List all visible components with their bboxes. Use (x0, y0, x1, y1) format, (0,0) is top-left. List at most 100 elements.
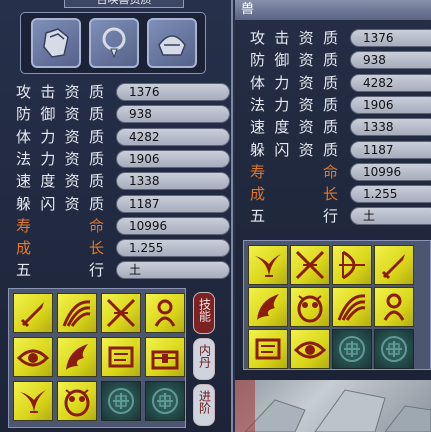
stat-label: 躲闪资质 (250, 140, 338, 159)
stat-value: 1906 (350, 95, 431, 114)
equip-slot-armor[interactable] (31, 18, 81, 68)
stat-value: 4282 (350, 73, 431, 92)
skill-slot[interactable] (332, 287, 372, 327)
claw-skill-icon (62, 300, 91, 327)
skill-slot-empty[interactable] (332, 329, 372, 369)
stat-row: 体力资质 4282 (16, 127, 230, 147)
skill-slot[interactable] (290, 329, 330, 369)
stat-value: 10996 (116, 216, 230, 235)
empty-slot-icon (152, 388, 178, 414)
stat-value: 1187 (350, 140, 431, 159)
armor-icon (43, 28, 69, 58)
skill-slot[interactable] (248, 329, 288, 369)
map-tiles-image (235, 380, 431, 432)
stat-row: 五行土 (250, 206, 431, 226)
stat-row: 法力资质 1906 (16, 149, 230, 169)
owl-skill-icon (64, 389, 90, 417)
skill-slot-empty[interactable] (374, 329, 414, 369)
stat-label: 速度资质 (250, 118, 338, 137)
claw-skill-icon (337, 294, 366, 321)
skill-slot[interactable] (332, 245, 372, 285)
tab-skills-label: 技能 (197, 298, 212, 322)
bird-skill-icon (20, 390, 46, 413)
empty-slot-icon (108, 388, 134, 414)
stat-label: 攻击资质 (250, 29, 338, 47)
stat-label: 速度资质 (16, 172, 104, 191)
stat-label: 法力资质 (16, 149, 104, 168)
stat-label: 寿命 (16, 216, 104, 235)
stat-label: 体力资质 (250, 73, 338, 92)
stat-row: 寿命 10996 (16, 216, 230, 236)
tab-inner-core-label: 内丹 (197, 344, 212, 368)
skill-slot[interactable] (101, 337, 141, 377)
helmet-icon (158, 35, 186, 56)
stat-value: 1906 (116, 149, 230, 168)
chest-skill-icon (151, 350, 179, 370)
stat-value: 1.255 (116, 239, 230, 258)
stat-row: 法力资质 1906 (250, 95, 431, 115)
stat-value: 4282 (116, 127, 230, 146)
skill-slot[interactable] (290, 245, 330, 285)
stat-label: 体力资质 (16, 127, 104, 146)
scroll-skill-icon (255, 338, 281, 360)
stat-value: 土 (350, 207, 431, 226)
skill-slot-empty[interactable] (101, 381, 141, 421)
sword-skill-icon (20, 302, 44, 328)
stat-value: 938 (116, 105, 230, 124)
stat-row: 体力资质 4282 (250, 73, 431, 93)
panel-title: 召唤兽资质 (64, 0, 184, 8)
skill-slot[interactable] (248, 287, 288, 327)
bow-skill-icon (339, 250, 365, 280)
skill-slot-empty[interactable] (145, 381, 185, 421)
right-skill-grid (243, 240, 431, 370)
skill-slot[interactable] (374, 245, 414, 285)
skill-slot[interactable] (101, 293, 141, 333)
stat-value: 1376 (350, 29, 431, 47)
cross-blades-skill-icon (106, 298, 136, 328)
stat-label: 成长 (16, 239, 104, 258)
stat-label: 躲闪资质 (16, 194, 104, 213)
skill-slot[interactable] (13, 381, 53, 421)
stat-row: 防御资质 938 (16, 104, 230, 124)
skill-slot[interactable] (248, 245, 288, 285)
skill-slot[interactable] (13, 293, 53, 333)
figure-skill-icon (383, 293, 405, 321)
skill-slot[interactable] (57, 381, 97, 421)
skill-slot[interactable] (145, 337, 185, 377)
stat-row: 速度资质 1338 (250, 117, 431, 137)
stat-row: 攻击资质 1376 (16, 82, 230, 102)
scroll-skill-icon (108, 346, 134, 368)
skill-slot[interactable] (145, 293, 185, 333)
stat-value: 1187 (116, 194, 230, 213)
pet-aptitude-panel: 召唤兽资质 攻击资质 1376 防御资质 938 体力资质 4282 法力资质 1906 速度资… (0, 0, 233, 432)
stat-label: 五行 (250, 207, 338, 226)
tab-advance[interactable]: 进阶 (193, 384, 215, 426)
bird-skill-icon (255, 254, 281, 277)
tab-inner-core[interactable]: 内丹 (193, 338, 215, 380)
stat-row: 攻击资质 1376 (250, 28, 431, 48)
equip-slot-helmet[interactable] (147, 18, 197, 68)
skill-slot[interactable] (57, 337, 97, 377)
skill-slot[interactable] (290, 287, 330, 327)
skill-slot[interactable] (374, 287, 414, 327)
eye-skill-icon (293, 341, 327, 359)
empty-slot-icon (381, 336, 407, 362)
wing-skill-icon (257, 294, 279, 320)
left-skill-grid (8, 288, 186, 428)
stat-value: 10996 (350, 162, 431, 181)
stat-row: 躲闪资质 1187 (16, 194, 230, 214)
game-map-background (235, 380, 431, 432)
stat-value: 1338 (350, 118, 431, 137)
stat-label: 攻击资质 (16, 83, 104, 101)
right-panel-title: 兽 (235, 0, 431, 20)
eye-skill-icon (16, 349, 50, 367)
skill-slot[interactable] (13, 337, 53, 377)
stat-row: 躲闪资质 1187 (250, 140, 431, 160)
stat-row: 防御资质 938 (250, 50, 431, 70)
sword-skill-icon (381, 254, 405, 280)
equip-slot-necklace[interactable] (89, 18, 139, 68)
stat-value: 1338 (116, 172, 230, 191)
skill-slot[interactable] (57, 293, 97, 333)
tab-skills[interactable]: 技能 (193, 292, 215, 334)
stat-value: 938 (350, 51, 431, 70)
